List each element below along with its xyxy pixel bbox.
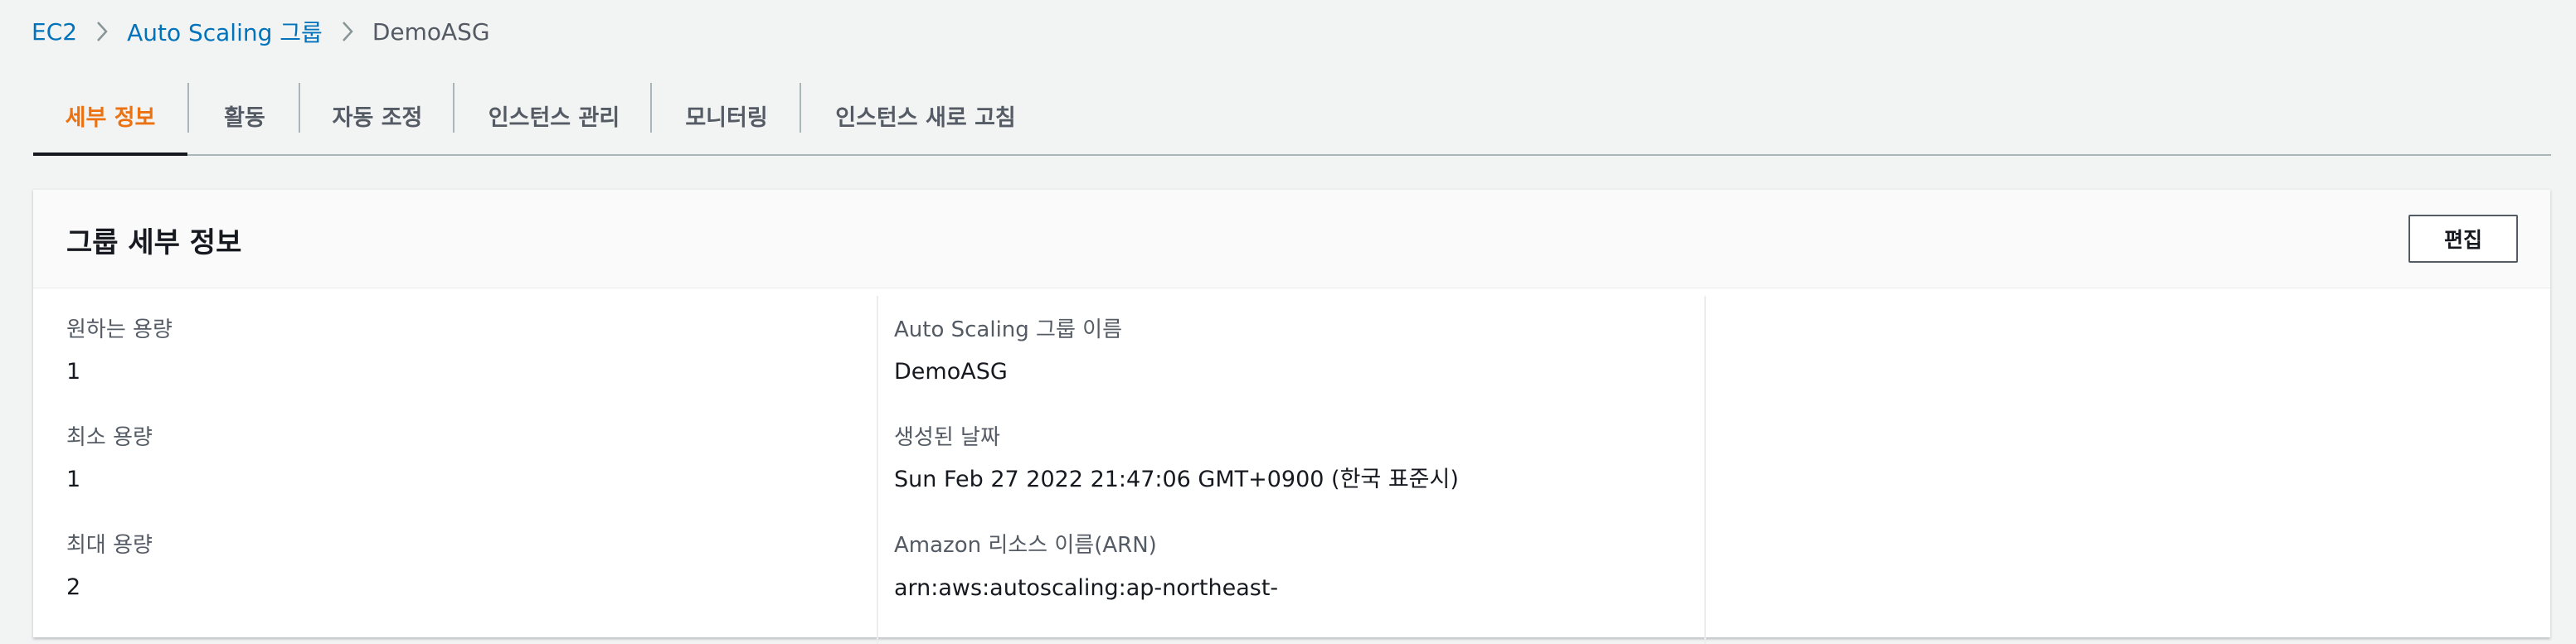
field-label: 원하는 용량	[66, 317, 173, 342]
breadcrumb-link-auto-scaling-groups[interactable]: Auto Scaling 그룹	[127, 15, 323, 48]
field-label: Auto Scaling 그룹 이름	[894, 317, 1123, 342]
field-max-capacity: 최대 용량 2	[66, 531, 153, 602]
field-created-date: 생성된 날짜 Sun Feb 27 2022 21:47:06 GMT+0900…	[894, 424, 1459, 494]
field-desired-capacity: 원하는 용량 1	[66, 316, 173, 386]
breadcrumb-link-ec2[interactable]: EC2	[32, 18, 77, 46]
field-label: 생성된 날짜	[894, 425, 1000, 450]
panel-header: 그룹 세부 정보 편집	[33, 190, 2550, 288]
field-label: 최대 용량	[66, 533, 153, 558]
chevron-right-icon	[77, 21, 127, 42]
field-label: 최소 용량	[66, 425, 153, 450]
field-value: Sun Feb 27 2022 21:47:06 GMT+0900 (한국 표준…	[894, 467, 1459, 492]
field-value: 1	[66, 467, 81, 492]
field-label: Amazon 리소스 이름(ARN)	[894, 533, 1157, 558]
field-value: DemoASG	[894, 359, 1008, 385]
field-value: 1	[66, 359, 81, 385]
tab-instance-refresh[interactable]: 인스턴스 새로 고침	[801, 76, 1050, 154]
field-value: 2	[66, 574, 81, 600]
column-divider	[877, 296, 878, 644]
breadcrumb: EC2 Auto Scaling 그룹 DemoASG	[32, 15, 490, 48]
tab-instance-management[interactable]: 인스턴스 관리	[454, 76, 654, 154]
tab-list: 세부 정보 활동 자동 조정 인스턴스 관리 모니터링 인스턴스 새로 고침	[33, 76, 2551, 156]
field-value: arn:aws:autoscaling:ap-northeast-	[894, 575, 1279, 601]
breadcrumb-current: DemoASG	[372, 17, 490, 46]
field-arn: Amazon 리소스 이름(ARN) arn:aws:autoscaling:a…	[894, 531, 1624, 603]
tab-monitoring[interactable]: 모니터링	[652, 76, 801, 154]
field-asg-name: Auto Scaling 그룹 이름 DemoASG	[894, 316, 1122, 386]
column-divider	[1704, 296, 1706, 644]
tab-details[interactable]: 세부 정보	[33, 76, 187, 156]
group-details-panel: 그룹 세부 정보 편집 원하는 용량 1 최소 용량 1 최대 용량 2 Aut…	[33, 189, 2550, 644]
panel-title: 그룹 세부 정보	[66, 226, 242, 259]
chevron-right-icon	[323, 21, 372, 42]
tab-activity[interactable]: 활동	[189, 76, 300, 154]
tab-automatic-scaling[interactable]: 자동 조정	[300, 76, 454, 154]
field-min-capacity: 최소 용량 1	[66, 424, 153, 494]
edit-button[interactable]: 편집	[2408, 215, 2518, 263]
